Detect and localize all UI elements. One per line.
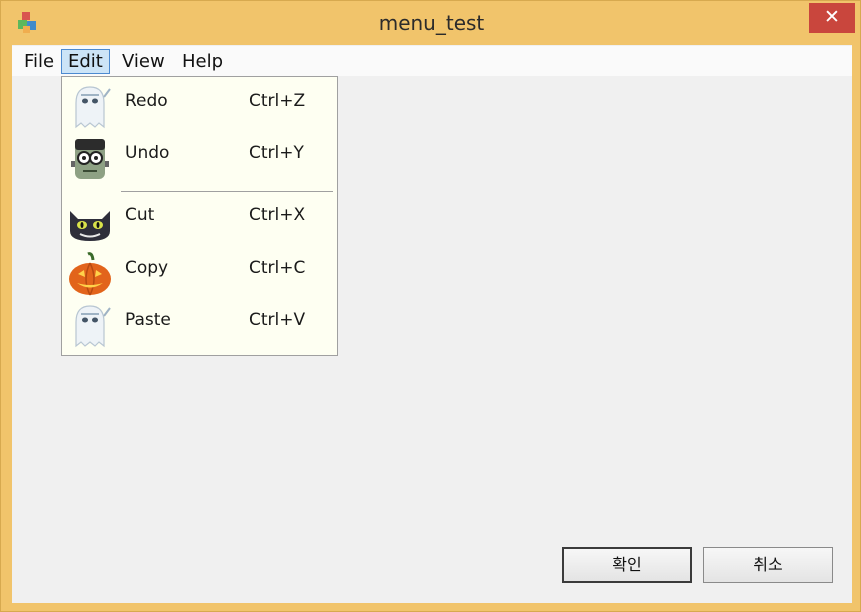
menu-edit[interactable]: Edit [61, 49, 110, 74]
menu-shortcut: Ctrl+Y [249, 143, 304, 163]
edit-dropdown-menu: Redo Ctrl+Z Undo Ctrl+Y Cut Ctrl+X Copy … [61, 76, 338, 356]
cancel-button[interactable]: 취소 [703, 547, 833, 583]
black-cat-icon [70, 211, 110, 241]
menu-help[interactable]: Help [176, 49, 229, 74]
close-button[interactable]: ✕ [809, 3, 855, 33]
menu-separator [121, 191, 333, 192]
menu-label: Copy [125, 258, 169, 278]
window-title: menu_test [378, 11, 485, 35]
menu-bar: File Edit View Help [12, 46, 852, 76]
menu-item-undo[interactable]: Undo Ctrl+Y [62, 133, 337, 185]
menu-shortcut: Ctrl+V [249, 310, 306, 330]
menu-label: Paste [125, 310, 171, 330]
menu-item-copy[interactable]: Copy Ctrl+C [62, 248, 337, 300]
pumpkin-icon [69, 252, 111, 296]
menu-shortcut: Ctrl+Z [249, 91, 306, 111]
menu-file[interactable]: File [18, 49, 60, 74]
ghost-icon [75, 305, 111, 348]
menu-label: Cut [125, 205, 155, 225]
menu-item-cut[interactable]: Cut Ctrl+X [62, 195, 337, 247]
menu-view[interactable]: View [116, 49, 171, 74]
client-area: File Edit View Help Redo Ctrl+Z Undo Ctr… [12, 45, 852, 603]
menu-label: Undo [125, 143, 170, 163]
main-window: menu_test ✕ File Edit View Help Redo Ctr… [0, 0, 861, 612]
menu-item-redo[interactable]: Redo Ctrl+Z [62, 81, 337, 133]
menu-shortcut: Ctrl+C [249, 258, 306, 278]
menu-shortcut: Ctrl+X [249, 205, 306, 225]
ok-button[interactable]: 확인 [562, 547, 692, 583]
ghost-icon [75, 86, 111, 129]
menu-item-paste[interactable]: Paste Ctrl+V [62, 300, 337, 352]
zombie-face-icon [71, 139, 109, 179]
title-bar[interactable]: menu_test ✕ [1, 1, 861, 45]
menu-label: Redo [125, 91, 168, 111]
